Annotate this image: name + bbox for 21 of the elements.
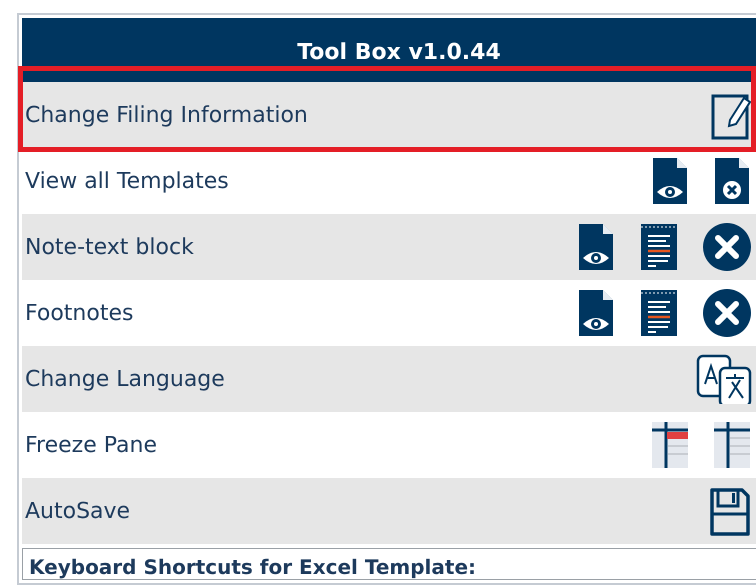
tool-label: View all Templates [25,168,230,194]
translate-icon[interactable] [696,354,752,404]
document-eye-icon[interactable] [576,222,616,272]
panel-title: Tool Box v1.0.44 [22,18,756,82]
tool-label: Freeze Pane [25,432,158,458]
tool-label: Footnotes [25,300,134,326]
tool-label: Change Filing Information [25,102,309,128]
freeze-pane-icon[interactable] [712,420,752,470]
document-x-icon[interactable] [712,156,752,206]
document-eye-icon[interactable] [650,156,690,206]
close-icon[interactable] [702,288,752,338]
freeze-pane-icon[interactable] [650,420,690,470]
tool-label: Note-text block [25,234,195,260]
document-eye-icon[interactable] [576,288,616,338]
shortcuts-heading: Keyboard Shortcuts for Excel Template: [29,555,476,579]
note-icon[interactable] [638,288,680,338]
close-icon[interactable] [702,222,752,272]
note-icon[interactable] [638,222,680,272]
tool-label: AutoSave [25,498,132,524]
tool-label: Change Language [25,366,226,392]
save-icon[interactable] [708,486,752,536]
